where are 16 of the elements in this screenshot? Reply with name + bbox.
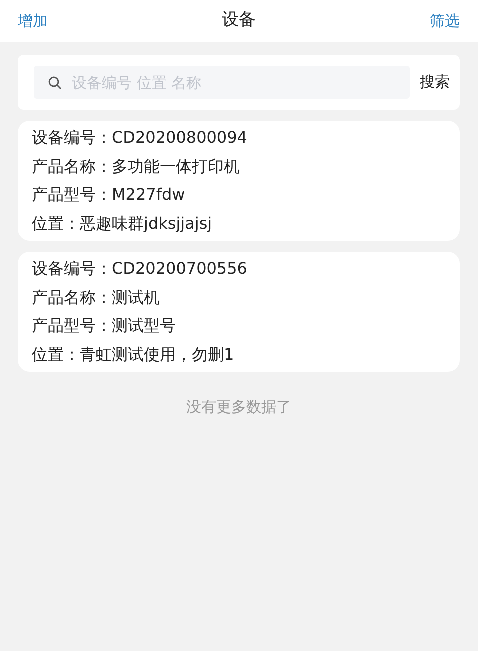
filter-button[interactable]: 筛选 — [430, 10, 460, 32]
add-button[interactable]: 增加 — [18, 10, 48, 32]
search-icon — [48, 76, 62, 90]
device-detail: 位置：恶趣味群jdksjjajsj — [32, 212, 214, 234]
device-detail: 产品型号：测试型号 — [32, 315, 177, 337]
device-card[interactable]: 设备编号：CD20200800094 产品名称：多功能一体打印机 产品型号：M227fdw 位置：恶趣味群jdksjjajsj — [18, 121, 460, 241]
device-detail: 位置：青虹测试使用，勿删1 — [32, 344, 236, 366]
search-button[interactable]: 搜索 — [418, 71, 452, 94]
device-detail: 产品名称：测试机 — [32, 286, 161, 308]
device-detail: 设备编号：CD20200800094 — [32, 127, 248, 149]
device-detail: 产品型号：M227fdw — [32, 184, 186, 206]
device-detail: 设备编号：CD20200700556 — [32, 258, 248, 280]
device-detail: 产品名称：多功能一体打印机 — [32, 156, 241, 178]
page-title: 设备 — [222, 9, 256, 32]
device-card[interactable]: 设备编号：CD20200700556 产品名称：测试机 产品型号：测试型号 位置：青虹测试使用，勿删1 — [18, 252, 460, 372]
no-more-data-text: 没有更多数据了 — [186, 397, 292, 418]
